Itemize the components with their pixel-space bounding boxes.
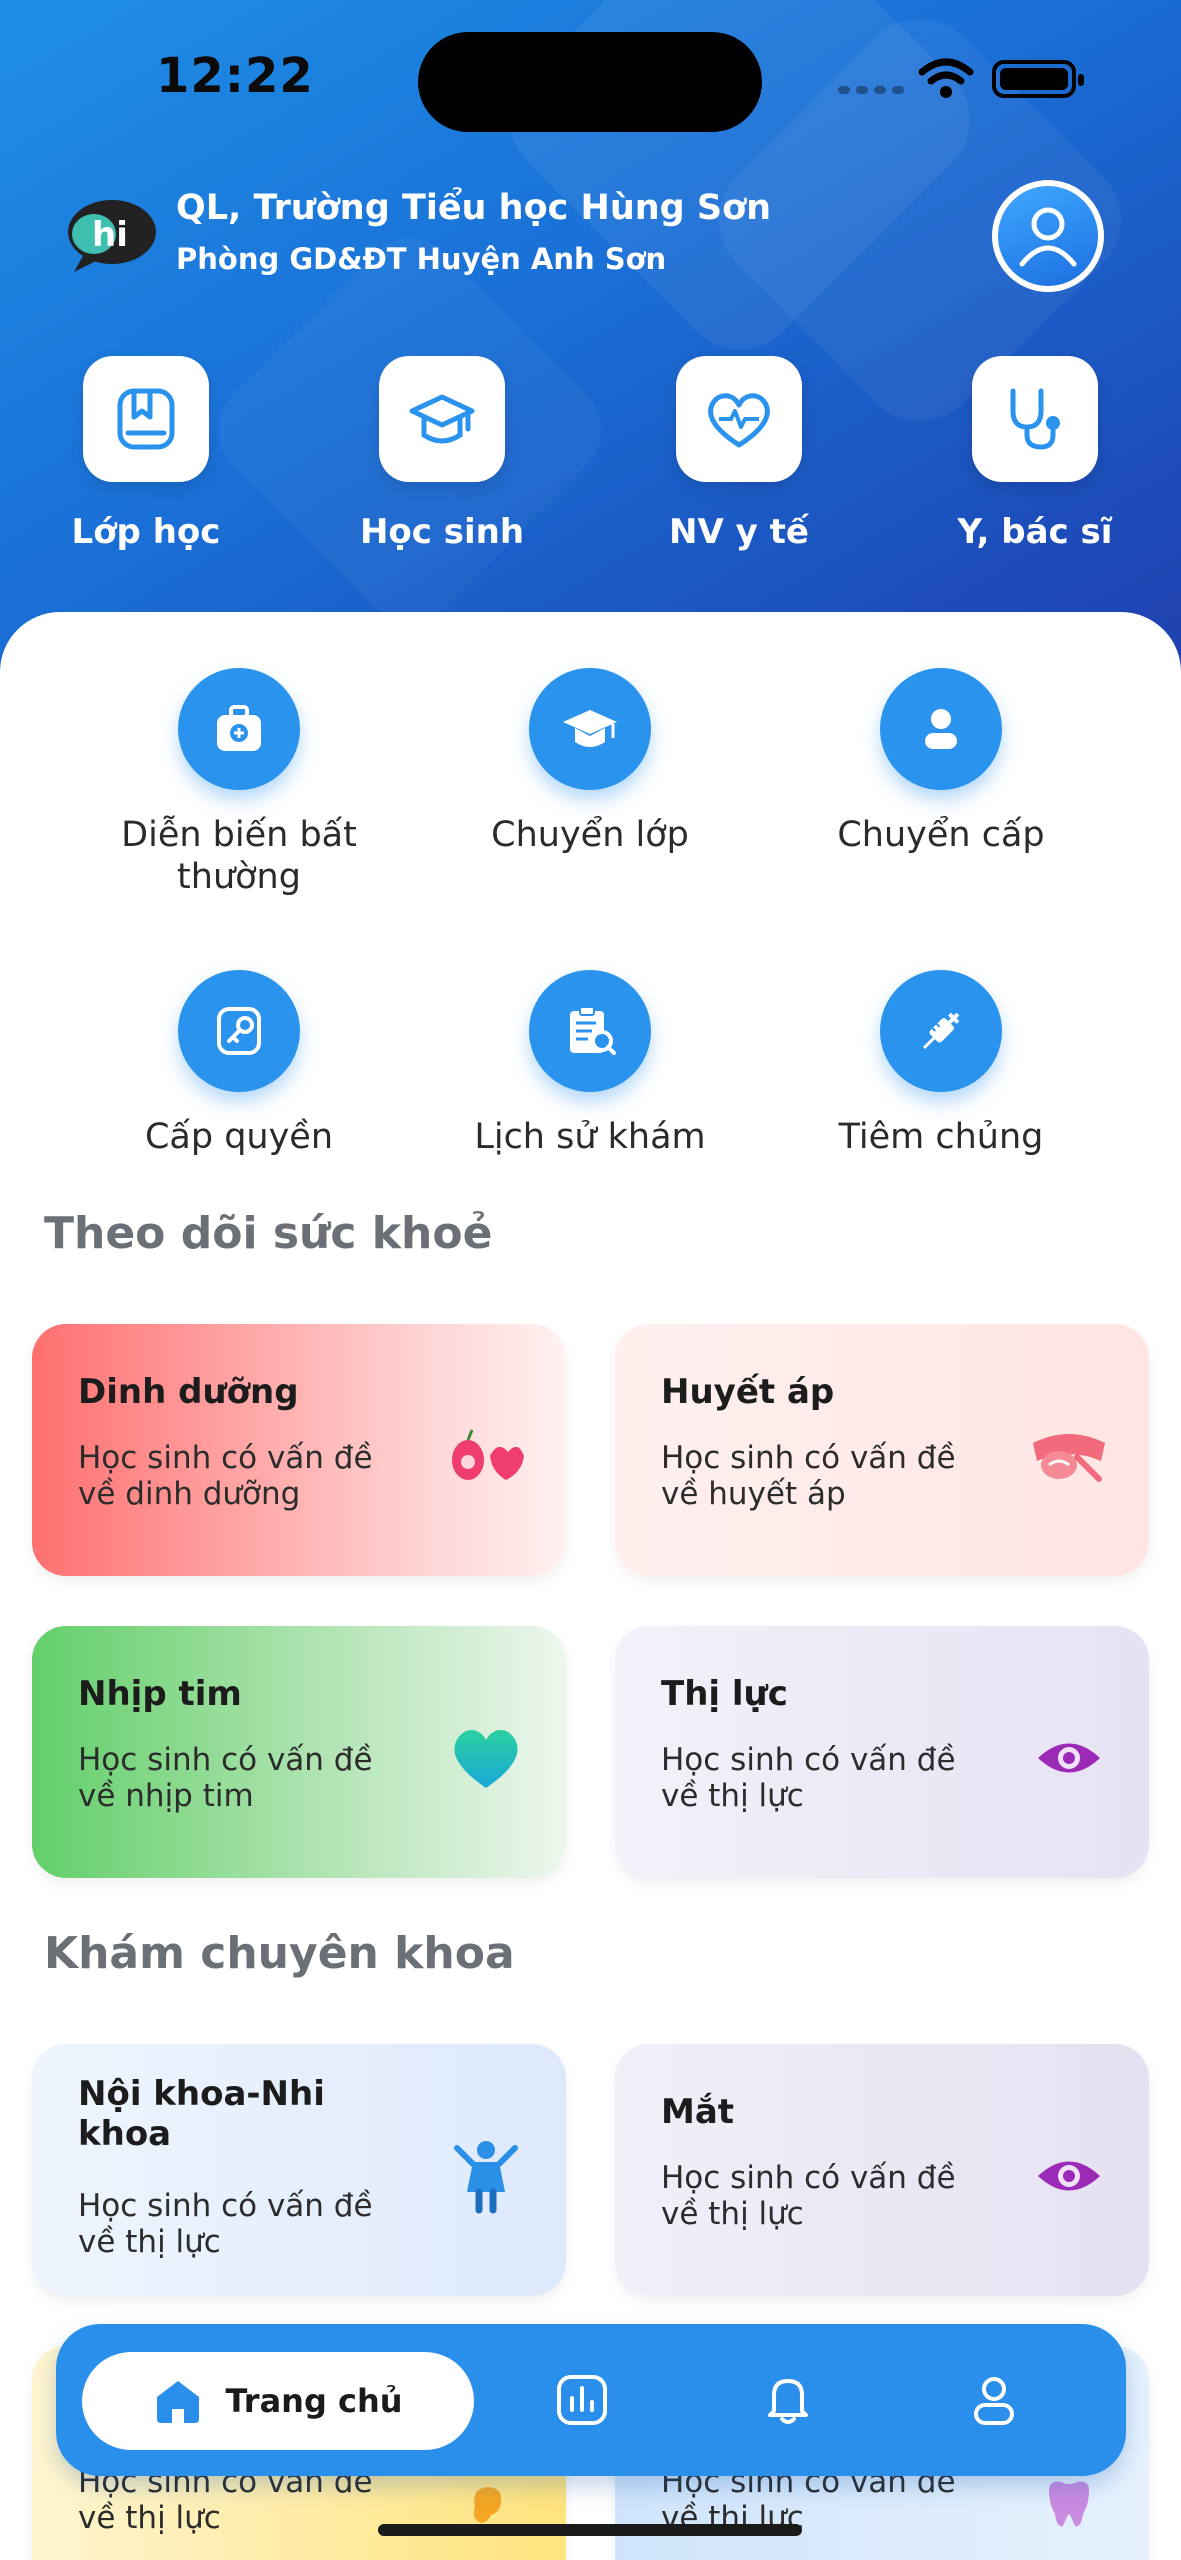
user-avatar-icon: [1019, 207, 1077, 267]
card-desc: Học sinh có vấn đề về nhịp tim: [78, 1742, 373, 1814]
card-desc: Học sinh có vấn đề về thị lực: [661, 2160, 956, 2232]
feature-change-class[interactable]: Chuyển lớp: [415, 668, 765, 856]
feature-label: Chuyển lớp: [491, 815, 689, 855]
quick-action-icon-box: [83, 356, 209, 482]
person-icon: [925, 709, 957, 749]
card-eye[interactable]: Mắt Học sinh có vấn đề về thị lực: [615, 2044, 1149, 2296]
card-nutrition[interactable]: Dinh dưỡng Học sinh có vấn đề về dinh dư…: [32, 1324, 566, 1576]
card-title: Huyết áp: [661, 1372, 835, 1412]
graduation-cap-icon: [563, 710, 617, 747]
profile-icon: [974, 2377, 1014, 2425]
feature-icon-circle: [880, 668, 1002, 790]
heart-pulse-icon: [708, 393, 770, 448]
nav-notifications-button[interactable]: [758, 2370, 818, 2430]
section-title-health: Theo dõi sức khoẻ: [44, 1208, 493, 1259]
feature-icon-circle: [178, 970, 300, 1092]
medical-kit-icon: [217, 705, 261, 751]
feature-icon-circle: [178, 668, 300, 790]
battery-icon: [992, 60, 1084, 98]
eye-icon: [1029, 1718, 1109, 1798]
nav-stats-button[interactable]: [552, 2370, 612, 2430]
section-title-specialist: Khám chuyên khoa: [44, 1928, 515, 1979]
feature-icon-circle: [529, 668, 651, 790]
feature-label: Tiêm chủng: [838, 1117, 1044, 1157]
feature-change-level[interactable]: Chuyển cấp: [766, 668, 1116, 856]
card-desc: Học sinh có vấn đề về huyết áp: [661, 1440, 956, 1512]
department-name: Phòng GD&ĐT Huyện Anh Sơn: [176, 242, 667, 276]
nav-home-button[interactable]: Trang chủ: [82, 2352, 474, 2450]
clipboard-search-icon: [570, 1006, 616, 1055]
card-vision[interactable]: Thị lực Học sinh có vấn đề về thị lực: [615, 1626, 1149, 1878]
bottom-nav: Trang chủ: [56, 2324, 1126, 2476]
card-title: Nội khoa-Nhi khoa: [78, 2074, 325, 2154]
wifi-icon: [918, 58, 974, 98]
feature-label: Lịch sử khám: [474, 1117, 706, 1157]
bell-icon: [768, 2379, 808, 2424]
stethoscope-icon: [1010, 388, 1060, 450]
quick-action-class[interactable]: Lớp học: [46, 356, 246, 552]
card-blood-pressure[interactable]: Huyết áp Học sinh có vấn đề về huyết áp: [615, 1324, 1149, 1576]
quick-action-label: NV y tế: [669, 512, 809, 552]
feature-icon-circle: [880, 970, 1002, 1092]
header: 12:22 hi QL, Trường Tiểu học Hùng Sơn Ph…: [0, 0, 1181, 680]
quick-action-label: Lớp học: [71, 512, 221, 552]
feature-exam-history[interactable]: Lịch sử khám: [415, 970, 765, 1158]
nav-profile-button[interactable]: [964, 2370, 1024, 2430]
feature-label: Cấp quyền: [144, 1117, 334, 1157]
feature-vaccination[interactable]: Tiêm chủng: [766, 970, 1116, 1158]
home-icon: [157, 2381, 200, 2423]
quick-action-doctors[interactable]: Y, bác sĩ: [935, 356, 1135, 552]
card-title: Mắt: [661, 2092, 735, 2132]
hi-chat-logo-icon: hi: [68, 200, 156, 272]
quick-action-icon-box: [972, 356, 1098, 482]
home-indicator[interactable]: [378, 2524, 802, 2536]
blood-pressure-icon: [1029, 1416, 1109, 1496]
quick-action-label: Học sinh: [359, 512, 525, 552]
feature-permissions[interactable]: Cấp quyền: [64, 970, 414, 1158]
svg-text:hi: hi: [92, 215, 128, 255]
card-title: Nhịp tim: [78, 1674, 242, 1714]
tooth-icon: [1029, 2464, 1109, 2544]
card-pediatrics[interactable]: Nội khoa-Nhi khoa Học sinh có vấn đề về …: [32, 2044, 566, 2296]
quick-action-icon-box: [379, 356, 505, 482]
quick-action-medical-staff[interactable]: NV y tế: [639, 356, 839, 552]
main-content: Diễn biến bất thường Chuyển lớp Chuyển c…: [0, 612, 1181, 2560]
nav-home-label: Trang chủ: [225, 2382, 403, 2420]
feature-icon-circle: [529, 970, 651, 1092]
dynamic-island: [418, 32, 762, 132]
card-heart-rate[interactable]: Nhịp tim Học sinh có vấn đề về nhịp tim: [32, 1626, 566, 1878]
quick-action-students[interactable]: Học sinh: [342, 356, 542, 552]
key-icon: [217, 1007, 261, 1055]
signal-icon: [838, 86, 904, 94]
user-avatar-button[interactable]: [992, 180, 1104, 292]
card-desc: Học sinh có vấn đề về thị lực: [661, 1742, 956, 1814]
card-desc: Học sinh có vấn đề về dinh dưỡng: [78, 1440, 373, 1512]
feature-label: Chuyển cấp: [837, 815, 1045, 855]
child-icon: [446, 2136, 526, 2216]
quick-action-label: Y, bác sĩ: [957, 512, 1113, 552]
fruit-icon: [446, 1416, 526, 1496]
class-book-icon: [117, 388, 175, 450]
syringe-icon: [922, 1012, 960, 1050]
quick-action-icon-box: [676, 356, 802, 482]
card-title: Dinh dưỡng: [78, 1372, 299, 1412]
school-name: QL, Trường Tiểu học Hùng Sơn: [176, 188, 772, 228]
graduation-cap-icon: [409, 394, 475, 444]
feature-label: Diễn biến bất thường: [121, 815, 357, 897]
feature-abnormal[interactable]: Diễn biến bất thường: [64, 668, 414, 898]
card-title: Thị lực: [661, 1674, 788, 1714]
heart-icon: [446, 1718, 526, 1798]
status-time: 12:22: [156, 48, 314, 104]
chart-icon: [557, 2375, 607, 2425]
card-desc: Học sinh có vấn đề về thị lực: [78, 2188, 373, 2260]
eye-icon: [1029, 2136, 1109, 2216]
